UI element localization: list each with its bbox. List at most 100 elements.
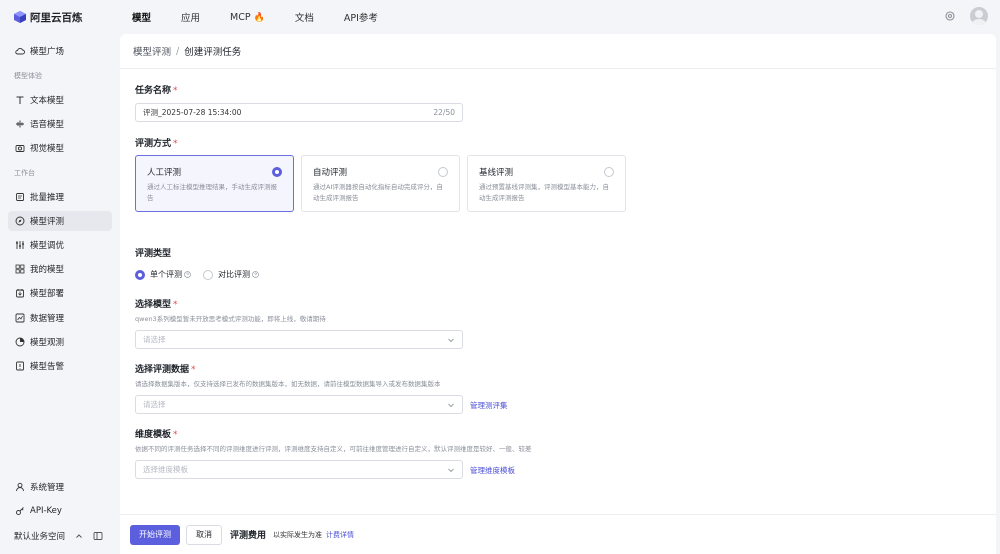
sidebar-item-batch-inference[interactable]: 批量推理 <box>8 187 112 207</box>
sidebar-item-label: 视觉模型 <box>30 144 65 154</box>
dataset-select-placeholder: 请选择 <box>143 400 166 409</box>
voice-icon <box>16 120 24 128</box>
method-radio-baseline[interactable] <box>604 167 614 177</box>
user-icon <box>16 482 24 492</box>
help-icon[interactable] <box>184 271 191 278</box>
model-label: 选择模型 * <box>135 297 178 310</box>
type-option-single[interactable]: 单个评测 <box>135 269 191 280</box>
start-evaluation-button[interactable]: 开始评测 <box>130 524 180 545</box>
camera-icon <box>15 145 25 152</box>
task-name-value: 评测_2025-07-28 15:34:00 <box>143 108 242 117</box>
chevron-up-icon <box>76 534 82 538</box>
method-card-auto[interactable]: 自动评测 通过AI评测器按自动化指标自动完成评分，自动生成评测报告 <box>301 155 460 212</box>
nav-apps[interactable]: 应用 <box>181 10 200 24</box>
sidebar-item-api-key[interactable]: API-Key <box>8 501 112 521</box>
dataset-hint: 请选择数据集版本，仅支持选择已发布的数据集版本，如无数据，请前往模型数据集导入或… <box>135 380 441 388</box>
breadcrumb: 模型评测 / 创建评测任务 <box>120 34 996 69</box>
workspace-name: 默认业务空间 <box>14 532 66 542</box>
workspace-switcher[interactable]: 默认业务空间 <box>14 530 112 542</box>
sidebar-item-text-model[interactable]: 文本模型 <box>8 90 112 110</box>
help-icon[interactable] <box>252 271 259 278</box>
dataset-label-text: 选择评测数据 <box>135 365 190 375</box>
type-radio-single[interactable] <box>135 269 145 280</box>
sliders-icon <box>16 241 24 249</box>
sidebar-item-label: 模型调优 <box>30 241 65 251</box>
eval-method-label: 评测方式 * <box>135 136 178 149</box>
sidebar-item-model-square[interactable]: 模型广场 <box>8 41 112 61</box>
sidebar-group-experience: 模型体验 <box>14 72 42 80</box>
manage-dataset-link[interactable]: 管理测评集 <box>470 400 508 411</box>
sidebar-item-model-observe[interactable]: 模型观测 <box>8 332 112 352</box>
sidebar-item-voice-model[interactable]: 语音模型 <box>8 114 112 134</box>
grid-icon <box>15 264 25 274</box>
sidebar-item-model-deploy[interactable]: 模型部署 <box>8 283 112 303</box>
sidebar-item-label: API-Key <box>30 506 62 516</box>
chevron-down-icon <box>448 338 454 342</box>
collapse-sidebar-icon[interactable] <box>93 531 103 541</box>
sidebar-item-label: 我的模型 <box>30 265 65 275</box>
footer-actions: 开始评测 取消 评测费用 以实际发生为准 计费详情 <box>120 514 996 554</box>
dataset-select[interactable]: 请选择 <box>135 395 463 414</box>
sidebar-item-vision-model[interactable]: 视觉模型 <box>8 138 112 158</box>
method-radio-manual[interactable] <box>272 167 282 177</box>
task-name-input[interactable]: 评测_2025-07-28 15:34:00 22/50 <box>135 103 463 122</box>
fee-note: 以实际发生为准 <box>273 530 323 539</box>
nav-api-reference[interactable]: API参考 <box>344 10 378 24</box>
cancel-button[interactable]: 取消 <box>186 524 222 545</box>
breadcrumb-parent[interactable]: 模型评测 <box>133 44 171 58</box>
method-card-manual[interactable]: 人工评测 通过人工标注模型推理结果，手动生成评测报告 <box>135 155 294 212</box>
model-select-placeholder: 请选择 <box>143 335 166 344</box>
method-card-title: 基线评测 <box>479 168 514 178</box>
breadcrumb-current: 创建评测任务 <box>184 47 242 58</box>
sidebar-item-label: 模型评测 <box>30 217 65 227</box>
method-card-title: 自动评测 <box>313 168 348 178</box>
required-mark: * <box>173 86 178 96</box>
batch-icon <box>16 193 24 201</box>
top-bar: 阿里云百炼 模型 应用 MCP 🔥 文档 API参考 <box>0 0 1000 34</box>
nav-docs[interactable]: 文档 <box>295 10 314 24</box>
type-option-label: 对比评测 <box>218 270 250 279</box>
type-option-label: 单个评测 <box>150 270 182 279</box>
sidebar-item-label: 模型观测 <box>30 338 65 348</box>
sidebar-item-model-alert[interactable]: 模型告警 <box>8 356 112 376</box>
top-nav: 模型 应用 MCP 🔥 文档 API参考 <box>132 10 408 25</box>
sidebar-item-system-management[interactable]: 系统管理 <box>8 477 112 497</box>
method-card-baseline[interactable]: 基线评测 通过预置基线评测集，评测模型基本能力，自动生成评测报告 <box>467 155 626 212</box>
model-select[interactable]: 请选择 <box>135 330 463 349</box>
sidebar-item-label: 数据管理 <box>30 314 65 324</box>
avatar[interactable] <box>970 7 988 25</box>
sidebar-item-data-management[interactable]: 数据管理 <box>8 308 112 328</box>
required-mark: * <box>191 365 196 375</box>
type-radio-compare[interactable] <box>203 269 213 280</box>
billing-details-link[interactable]: 计费详情 <box>326 530 354 540</box>
gear-icon[interactable] <box>944 10 956 22</box>
sidebar-item-model-tuning[interactable]: 模型调优 <box>8 235 112 255</box>
fire-icon: 🔥 <box>253 12 265 23</box>
sidebar-item-label: 模型部署 <box>30 289 65 299</box>
dimension-label-text: 维度模板 <box>135 430 172 440</box>
type-option-compare[interactable]: 对比评测 <box>203 269 259 280</box>
sidebar: 模型广场 模型体验 文本模型 语音模型 视觉模型 工作台 批量推理 模型评测 模… <box>0 34 120 554</box>
cloud-icon <box>15 48 25 55</box>
char-counter: 22/50 <box>433 108 455 117</box>
nav-mcp-label: MCP <box>230 11 251 23</box>
sidebar-item-my-models[interactable]: 我的模型 <box>8 259 112 279</box>
sidebar-item-label: 模型告警 <box>30 362 65 372</box>
dimension-select[interactable]: 选择维度模板 <box>135 460 463 479</box>
method-radio-auto[interactable] <box>438 167 448 177</box>
brand-name: 阿里云百炼 <box>30 11 83 24</box>
dimension-label: 维度模板 * <box>135 427 178 440</box>
sidebar-item-model-evaluation[interactable]: 模型评测 <box>8 211 112 231</box>
sidebar-item-label: 批量推理 <box>30 193 65 203</box>
pie-icon <box>15 337 25 347</box>
task-name-label-text: 任务名称 <box>135 86 172 96</box>
dataset-label: 选择评测数据 * <box>135 362 196 375</box>
sidebar-item-label: 语音模型 <box>30 120 65 130</box>
brand-logo[interactable]: 阿里云百炼 <box>0 10 120 25</box>
nav-mcp[interactable]: MCP 🔥 <box>230 12 265 23</box>
compass-icon <box>15 216 25 226</box>
manage-dimension-link[interactable]: 管理维度模板 <box>470 465 515 476</box>
nav-models[interactable]: 模型 <box>132 10 151 24</box>
eval-method-label-text: 评测方式 <box>135 139 172 149</box>
top-right-actions <box>944 7 988 25</box>
